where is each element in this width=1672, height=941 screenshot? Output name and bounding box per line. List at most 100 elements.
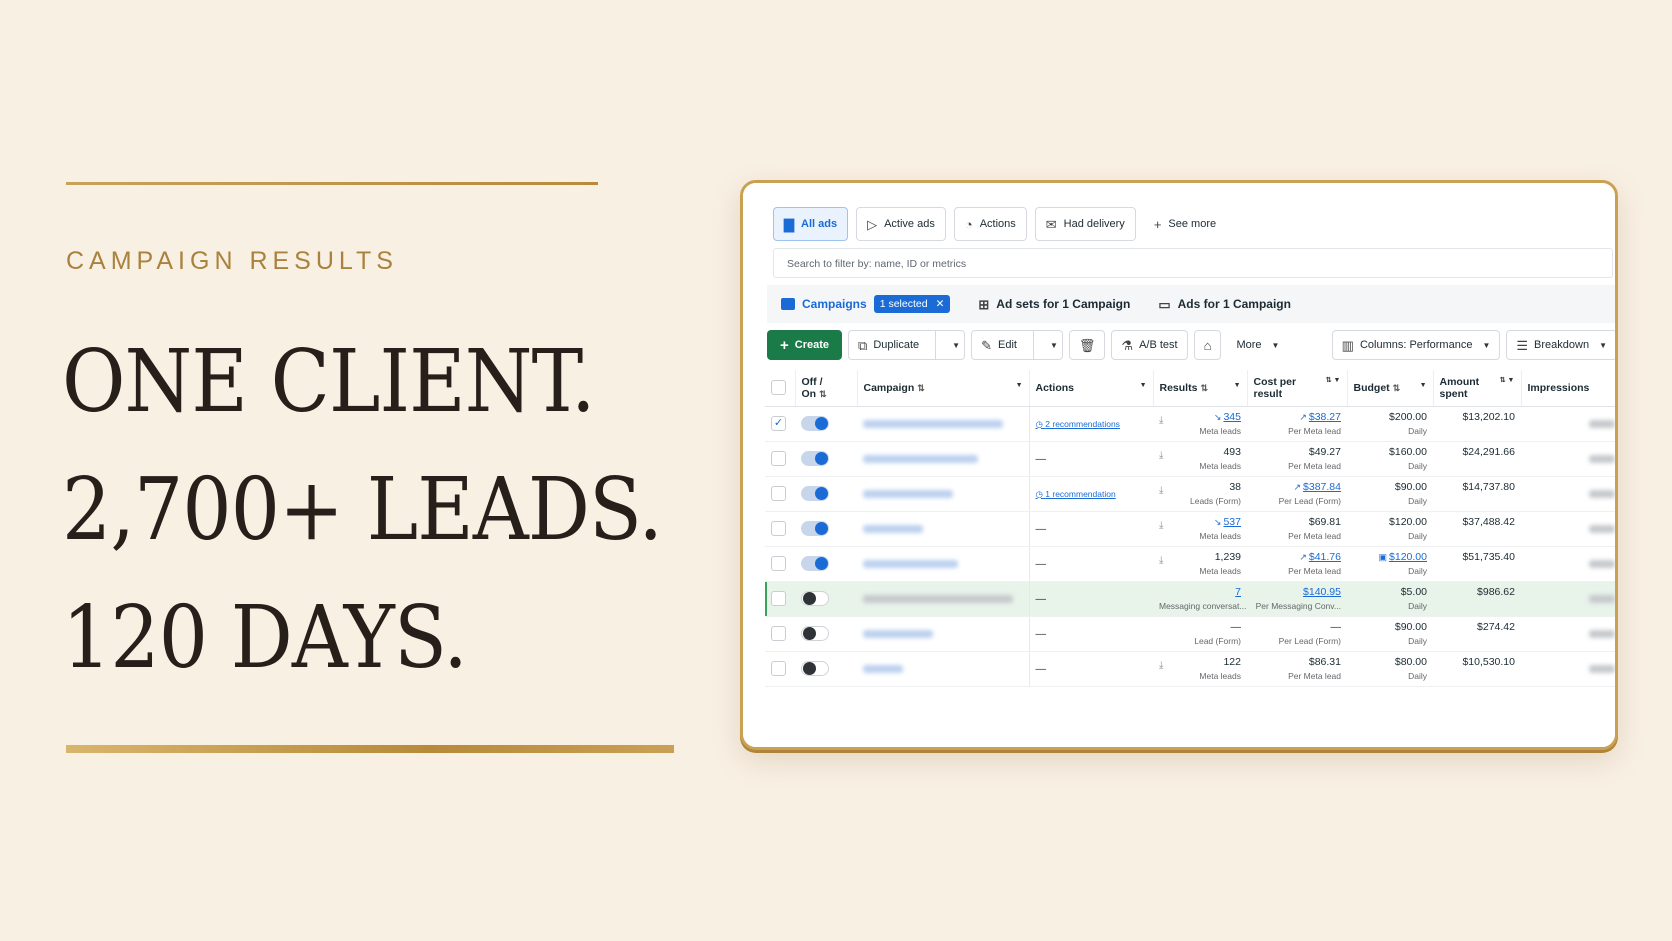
redacted-campaign-name[interactable] [863,664,903,673]
select-all-checkbox[interactable] [771,380,786,396]
row-checkbox-cell[interactable]: ✓ [765,406,795,442]
chevron-down-icon[interactable]: ▼ [1016,382,1023,389]
toggle-cell[interactable] [795,511,857,547]
row-checkbox[interactable] [771,661,786,676]
row-checkbox-cell[interactable] [765,581,795,617]
table-row[interactable]: — 7 Messaging conversat... $140.95 Per Messa… [765,581,1615,617]
results-value[interactable]: ↘ 345 [1159,411,1241,423]
row-checkbox[interactable] [771,451,786,466]
chevron-down-icon[interactable]: ▼ [1234,382,1241,389]
header-actions[interactable]: Actions ▼ [1029,370,1154,407]
sort-icon[interactable]: ⇅ [917,383,925,393]
campaign-toggle[interactable] [801,556,829,571]
tab-ad-sets[interactable]: ⊞ Ad sets for 1 Campaign [978,297,1130,311]
filter-active-ads[interactable]: ▷ Active ads [856,207,946,241]
campaign-name-cell[interactable] [857,616,1030,652]
cost-number[interactable]: $38.27 [1309,411,1341,423]
toggle-cell[interactable] [795,651,857,687]
cost-number[interactable]: $140.95 [1303,586,1341,598]
results-number[interactable]: 345 [1223,411,1241,423]
header-results[interactable]: Results ⇅ ▼ [1153,370,1248,407]
sort-icon[interactable]: ⇅ [1393,383,1401,393]
campaign-name-cell[interactable] [857,406,1030,442]
cost-value[interactable]: $140.95 [1253,586,1341,598]
redacted-campaign-name[interactable] [863,454,978,463]
tab-ads[interactable]: ▭ Ads for 1 Campaign [1158,297,1291,311]
chevron-down-icon[interactable]: ▼ [1140,382,1147,389]
header-impressions[interactable]: Impressions [1521,370,1615,407]
results-value[interactable]: 7 [1159,586,1241,598]
columns-button[interactable]: ▥ Columns: Performance ▼ [1331,330,1501,360]
row-checkbox[interactable] [771,626,786,641]
tab-campaigns[interactable]: Campaigns 1 selected ✕ [781,295,951,313]
campaign-toggle[interactable] [801,626,829,641]
cost-value[interactable]: ↗ $41.76 [1253,551,1341,563]
row-checkbox-cell[interactable] [765,546,795,582]
chevron-down-icon[interactable]: ▼ [1050,341,1058,350]
toggle-cell[interactable] [795,406,857,442]
create-button[interactable]: + Create [767,330,843,360]
table-row[interactable]: — ⤓ ↘ 537 Meta leads $69.81 Per Meta lead $120.… [765,511,1615,547]
results-number[interactable]: 537 [1223,516,1241,528]
recommendations-link[interactable]: ◷ 1 recommendation [1036,489,1116,499]
campaign-name-cell[interactable] [857,441,1030,477]
tag-button[interactable]: ⌂ [1193,330,1222,360]
cost-value[interactable]: ↗ $387.84 [1253,481,1341,493]
selected-badge[interactable]: 1 selected ✕ [873,295,951,313]
header-cost-per-result[interactable]: Cost per result ⇅ ▼ [1247,370,1348,407]
table-row[interactable]: ◷ 1 recommendation ⤓ 38 Leads (Form) ↗ $387.8… [765,476,1615,512]
row-checkbox-cell[interactable] [765,441,795,477]
more-button[interactable]: More ▼ [1227,330,1289,360]
chevron-down-icon[interactable]: ⇅ ▼ [1500,376,1515,384]
header-campaign[interactable]: Campaign ⇅ ▼ [857,370,1030,407]
search-input[interactable]: Search to filter by: name, ID or metrics [773,248,1613,278]
duplicate-button[interactable]: ⧉ Duplicate ▼ [848,330,966,360]
actions-cell[interactable]: ◷ 2 recommendations [1029,406,1153,442]
redacted-campaign-name[interactable] [863,629,933,638]
table-row[interactable]: — ⤓ 122 Meta leads $86.31 Per Meta lead $80.00… [765,651,1615,687]
campaign-name-cell[interactable] [857,546,1030,582]
filter-all-ads[interactable]: ▇ All ads [773,207,849,241]
campaign-toggle[interactable] [801,486,829,501]
results-value[interactable]: ↘ 537 [1159,516,1241,528]
row-checkbox[interactable] [771,556,786,571]
toggle-cell[interactable] [795,546,857,582]
filter-see-more[interactable]: + See more [1143,207,1227,241]
breakdown-button[interactable]: ☰ Breakdown ▼ [1506,330,1615,360]
table-row[interactable]: — — Lead (Form) — Per Lead (Form) $90.00 Daily… [765,616,1615,652]
budget-value[interactable]: ▣ $120.00 [1353,551,1427,563]
row-checkbox[interactable] [771,521,786,536]
close-icon[interactable]: ✕ [936,298,945,310]
edit-button[interactable]: ✎ Edit ▼ [971,330,1063,360]
header-off-on[interactable]: Off / On ⇅ [795,370,858,407]
campaign-name-cell[interactable] [857,581,1030,617]
campaign-name-cell[interactable] [857,651,1030,687]
row-checkbox-cell[interactable] [765,616,795,652]
results-number[interactable]: 7 [1235,586,1241,598]
toggle-cell[interactable] [795,616,857,652]
delete-button[interactable]: 🗑 [1068,330,1106,360]
cost-number[interactable]: $41.76 [1309,551,1341,563]
cost-number[interactable]: $387.84 [1303,481,1341,493]
table-row[interactable]: — ⤓ 493 Meta leads $49.27 Per Meta lead $160.0… [765,441,1615,477]
campaign-toggle[interactable] [801,521,829,536]
filter-actions[interactable]: ◔ Actions [953,207,1027,241]
sort-icon[interactable]: ⇅ [819,389,827,399]
redacted-campaign-name[interactable] [863,594,1013,603]
row-checkbox[interactable]: ✓ [771,416,786,431]
chevron-down-icon[interactable]: ▼ [952,341,960,350]
chevron-down-icon[interactable]: ▼ [1420,382,1427,389]
toggle-cell[interactable] [795,441,857,477]
row-checkbox-cell[interactable] [765,511,795,547]
redacted-campaign-name[interactable] [863,559,958,568]
filter-had-delivery[interactable]: ✉ Had delivery [1034,207,1136,241]
campaign-toggle[interactable] [801,416,829,431]
row-checkbox-cell[interactable] [765,476,795,512]
campaign-toggle[interactable] [801,591,829,606]
table-row[interactable]: — ⤓ 1,239 Meta leads ↗ $41.76 Per Meta lead ▣ $1… [765,546,1615,582]
redacted-campaign-name[interactable] [863,419,1003,428]
actions-cell[interactable]: ◷ 1 recommendation [1029,476,1153,512]
campaign-name-cell[interactable] [857,511,1030,547]
ab-test-button[interactable]: ⚗ A/B test [1111,330,1188,360]
redacted-campaign-name[interactable] [863,524,923,533]
